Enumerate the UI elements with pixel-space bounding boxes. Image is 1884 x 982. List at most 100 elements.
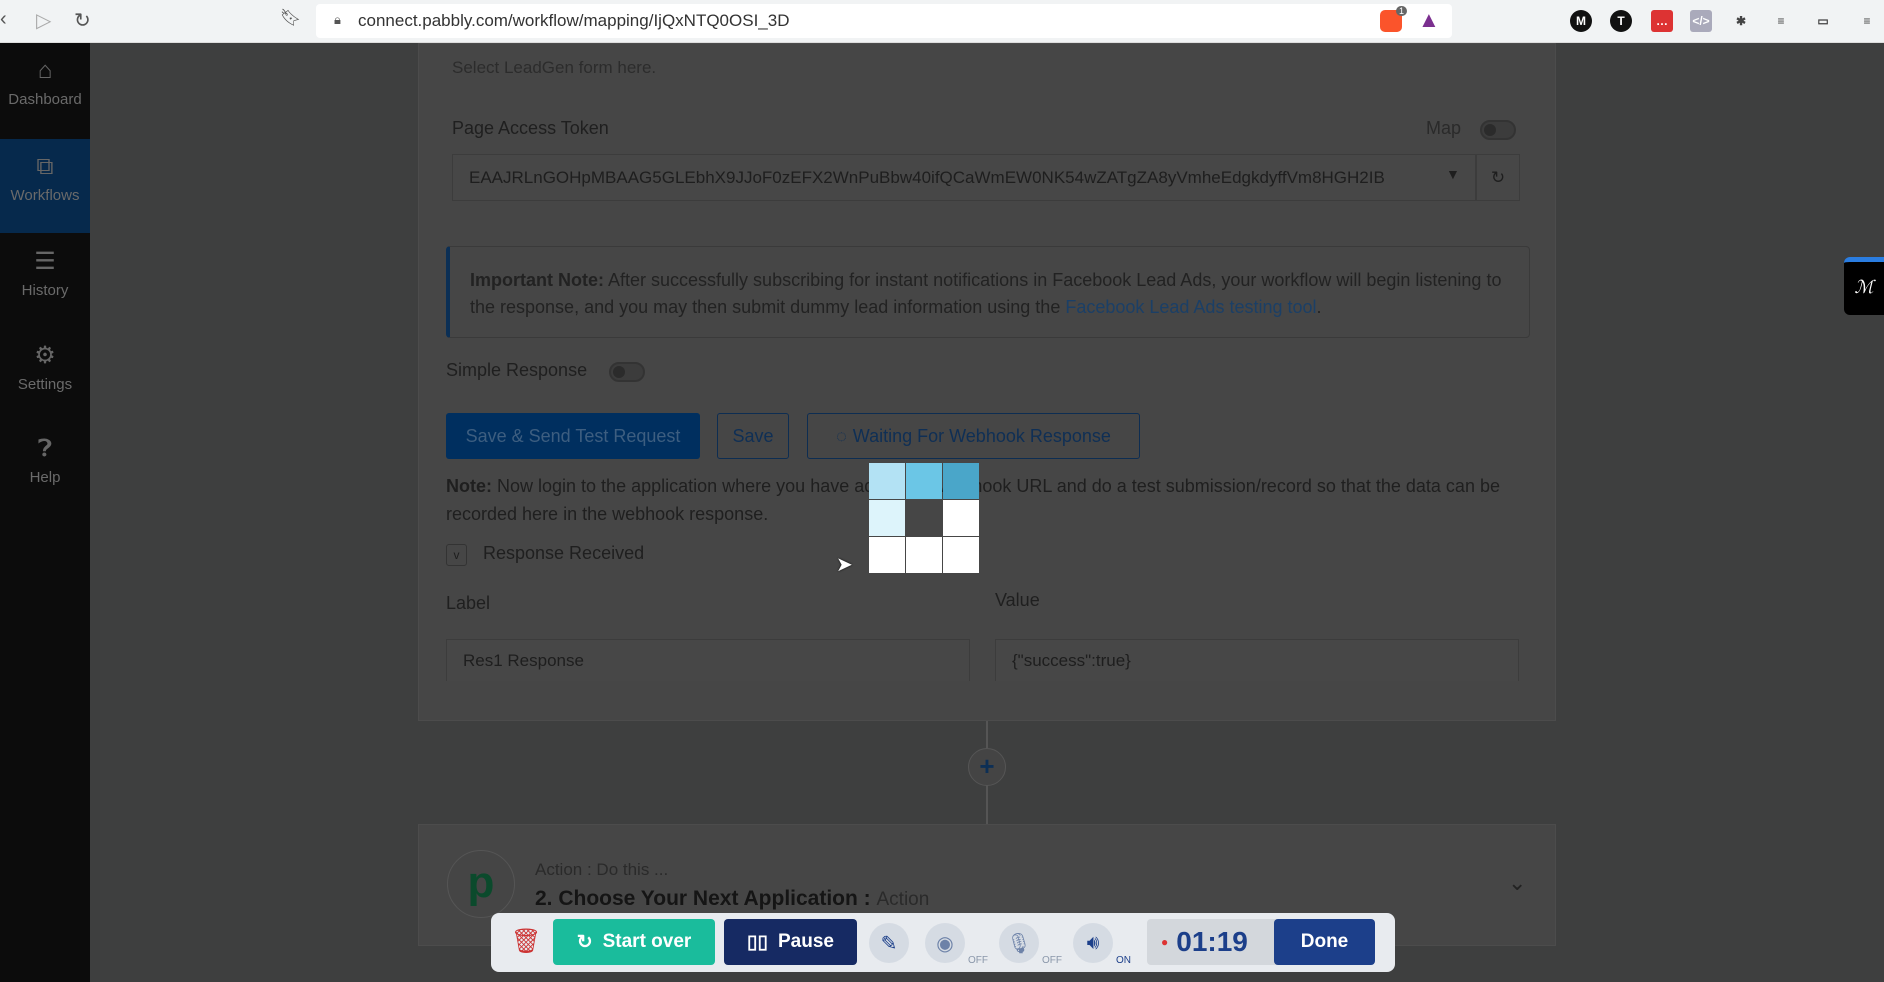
waiting-label: Waiting For Webhook Response <box>852 425 1111 446</box>
extension-t-icon[interactable]: T <box>1610 10 1632 32</box>
list-icon: ☰ <box>34 248 56 275</box>
timer-value: 01:19 <box>1176 926 1248 957</box>
action-title: 2. Choose Your Next Application : Action <box>535 887 929 911</box>
pixel-grid-overlay <box>869 463 979 573</box>
mic-state: OFF <box>1042 955 1062 966</box>
action-title-suffix: Action <box>876 889 930 910</box>
sidebar-label: History <box>21 282 69 299</box>
label-input[interactable]: Res1 Response <box>446 639 970 681</box>
extensions-puzzle-icon[interactable]: ✱ <box>1730 10 1752 32</box>
trash-icon[interactable]: 🗑︎ <box>511 927 541 956</box>
response-received-toggle[interactable]: v <box>446 544 467 566</box>
lock-icon: 🔒︎ <box>334 12 341 27</box>
save-send-test-button[interactable]: Save & Send Test Request <box>446 413 700 459</box>
home-icon: ⌂ <box>37 57 53 84</box>
done-button[interactable]: Done <box>1274 919 1375 965</box>
testing-tool-link[interactable]: Facebook Lead Ads testing tool <box>1065 297 1316 317</box>
refresh-icon: ↻ <box>1490 167 1506 187</box>
response-received-label: Response Received <box>483 543 645 563</box>
token-label: Page Access Token <box>452 118 609 138</box>
important-note: Important Note: After successfully subsc… <box>446 246 1530 338</box>
leadgen-hint: Select LeadGen form here. <box>452 58 657 77</box>
brave-rewards-icon[interactable]: ▲ <box>1418 7 1440 33</box>
value-text: {"success":true} <box>1012 650 1131 670</box>
simple-response-label: Simple Response <box>446 360 588 380</box>
microphone-button[interactable]: 🎙︎ <box>999 923 1039 963</box>
pause-label: Pause <box>777 931 834 952</box>
map-toggle[interactable] <box>1480 120 1516 140</box>
recorder-toolbar: 🗑︎ ↻ Start over ▯▯ Pause ✎ ◉ OFF 🎙︎ OFF 🔊︎… <box>491 913 1395 972</box>
extension-red-icon[interactable]: … <box>1651 10 1673 32</box>
address-bar[interactable]: 🔒︎ connect.pabbly.com/workflow/mapping/I… <box>316 4 1452 38</box>
grid-cell <box>906 537 942 573</box>
help-icon: ❓︎ <box>37 435 53 462</box>
sidebar-item-workflows[interactable]: ⧉ Workflows <box>0 139 90 233</box>
forward-icon[interactable]: ▷ <box>36 8 51 33</box>
sidebar-item-dashboard[interactable]: ⌂ Dashboard <box>0 43 90 137</box>
sidebar: ⌂ Dashboard ⧉ Workflows ☰ History ⚙ Settings… <box>0 43 90 982</box>
grid-cell <box>869 537 905 573</box>
grid-cell <box>869 500 905 536</box>
camera-state: OFF <box>968 955 988 966</box>
draw-button[interactable]: ✎ <box>869 923 909 963</box>
pabbly-logo-icon: p <box>447 850 515 918</box>
sidebar-item-settings[interactable]: ⚙ Settings <box>0 327 90 421</box>
save-button[interactable]: Save <box>717 413 789 459</box>
webhook-note: Note: Now login to the application where… <box>446 472 1530 528</box>
sidebar-label: Dashboard <box>8 91 82 108</box>
refresh-icon: ↻ <box>576 931 593 953</box>
url-text: connect.pabbly.com/workflow/mapping/IjQx… <box>358 11 790 30</box>
recording-dot-icon: ● <box>1161 935 1169 949</box>
sidebar-label: Help <box>29 469 61 486</box>
extension-code-icon[interactable]: </> <box>1690 10 1712 32</box>
extension-m-icon[interactable]: M <box>1570 10 1592 32</box>
grid-cell <box>943 500 979 536</box>
action-subtitle: Action : Do this ... <box>535 860 669 879</box>
sidebar-item-help[interactable]: ❓︎ Help <box>0 421 90 515</box>
mouse-cursor-icon: ➤ <box>836 554 853 576</box>
sidebar-label: Workflows <box>10 187 80 204</box>
bookmark-icon[interactable]: 🔖︎ <box>280 8 302 28</box>
action-title-text: 2. Choose Your Next Application : <box>535 887 877 910</box>
gear-icon: ⚙ <box>34 342 56 369</box>
browser-toolbar: ‹ ▷ ↻ 🔖︎ 🔒︎ connect.pabbly.com/workflow/… <box>0 0 1884 43</box>
webcam-icon: ◉ <box>936 932 954 955</box>
sound-button[interactable]: 🔊︎ <box>1073 923 1113 963</box>
label-value: Res1 Response <box>463 650 584 670</box>
pause-button[interactable]: ▯▯ Pause <box>724 919 857 965</box>
value-textarea[interactable]: {"success":true} <box>995 639 1519 681</box>
sidebar-item-history[interactable]: ☰ History <box>0 233 90 327</box>
camera-button[interactable]: ◉ <box>925 923 965 963</box>
wallet-icon[interactable]: ▭ <box>1812 10 1834 32</box>
token-value: EAAJRLnGOHpMBAAG5GLEbhX9JJoF0zEFX2WnPuBb… <box>469 167 1385 187</box>
trigger-card <box>418 43 1556 721</box>
speaker-icon: 🔊︎ <box>1086 931 1100 954</box>
menu-icon[interactable]: ≡ <box>1856 10 1878 32</box>
waiting-webhook-button[interactable]: ◌ Waiting For Webhook Response <box>807 413 1140 459</box>
simple-response-toggle[interactable] <box>609 362 645 382</box>
reload-icon[interactable]: ↻ <box>74 8 91 33</box>
chevron-down-icon: v <box>453 548 460 562</box>
chevron-down-icon[interactable]: ⌄ <box>1508 870 1526 896</box>
playlist-icon[interactable]: ≡ <box>1770 10 1792 32</box>
pencil-icon: ✎ <box>880 932 898 955</box>
note-title: Note: <box>446 476 492 496</box>
start-over-label: Start over <box>602 931 692 952</box>
side-widget-icon[interactable]: ℳ <box>1844 257 1884 315</box>
sidebar-label: Settings <box>17 376 73 393</box>
sound-state: ON <box>1116 955 1131 966</box>
spinner-icon: ◌ <box>836 425 847 446</box>
workflow-icon: ⧉ <box>36 153 54 180</box>
plus-icon: + <box>979 751 995 781</box>
chevron-down-icon[interactable]: ▼ <box>1446 166 1460 182</box>
grid-cell <box>943 463 979 499</box>
shield-count-badge: 1 <box>1396 6 1408 16</box>
important-note-title: Important Note: <box>470 270 604 290</box>
token-select[interactable]: EAAJRLnGOHpMBAAG5GLEbhX9JJoF0zEFX2WnPuBb… <box>452 154 1476 201</box>
back-icon[interactable]: ‹ <box>0 8 7 31</box>
start-over-button[interactable]: ↻ Start over <box>553 919 715 965</box>
refresh-button[interactable]: ↻ <box>1476 154 1520 201</box>
add-step-button[interactable]: + <box>968 748 1006 786</box>
microphone-icon: 🎙︎ <box>1006 932 1032 955</box>
grid-cell <box>869 463 905 499</box>
